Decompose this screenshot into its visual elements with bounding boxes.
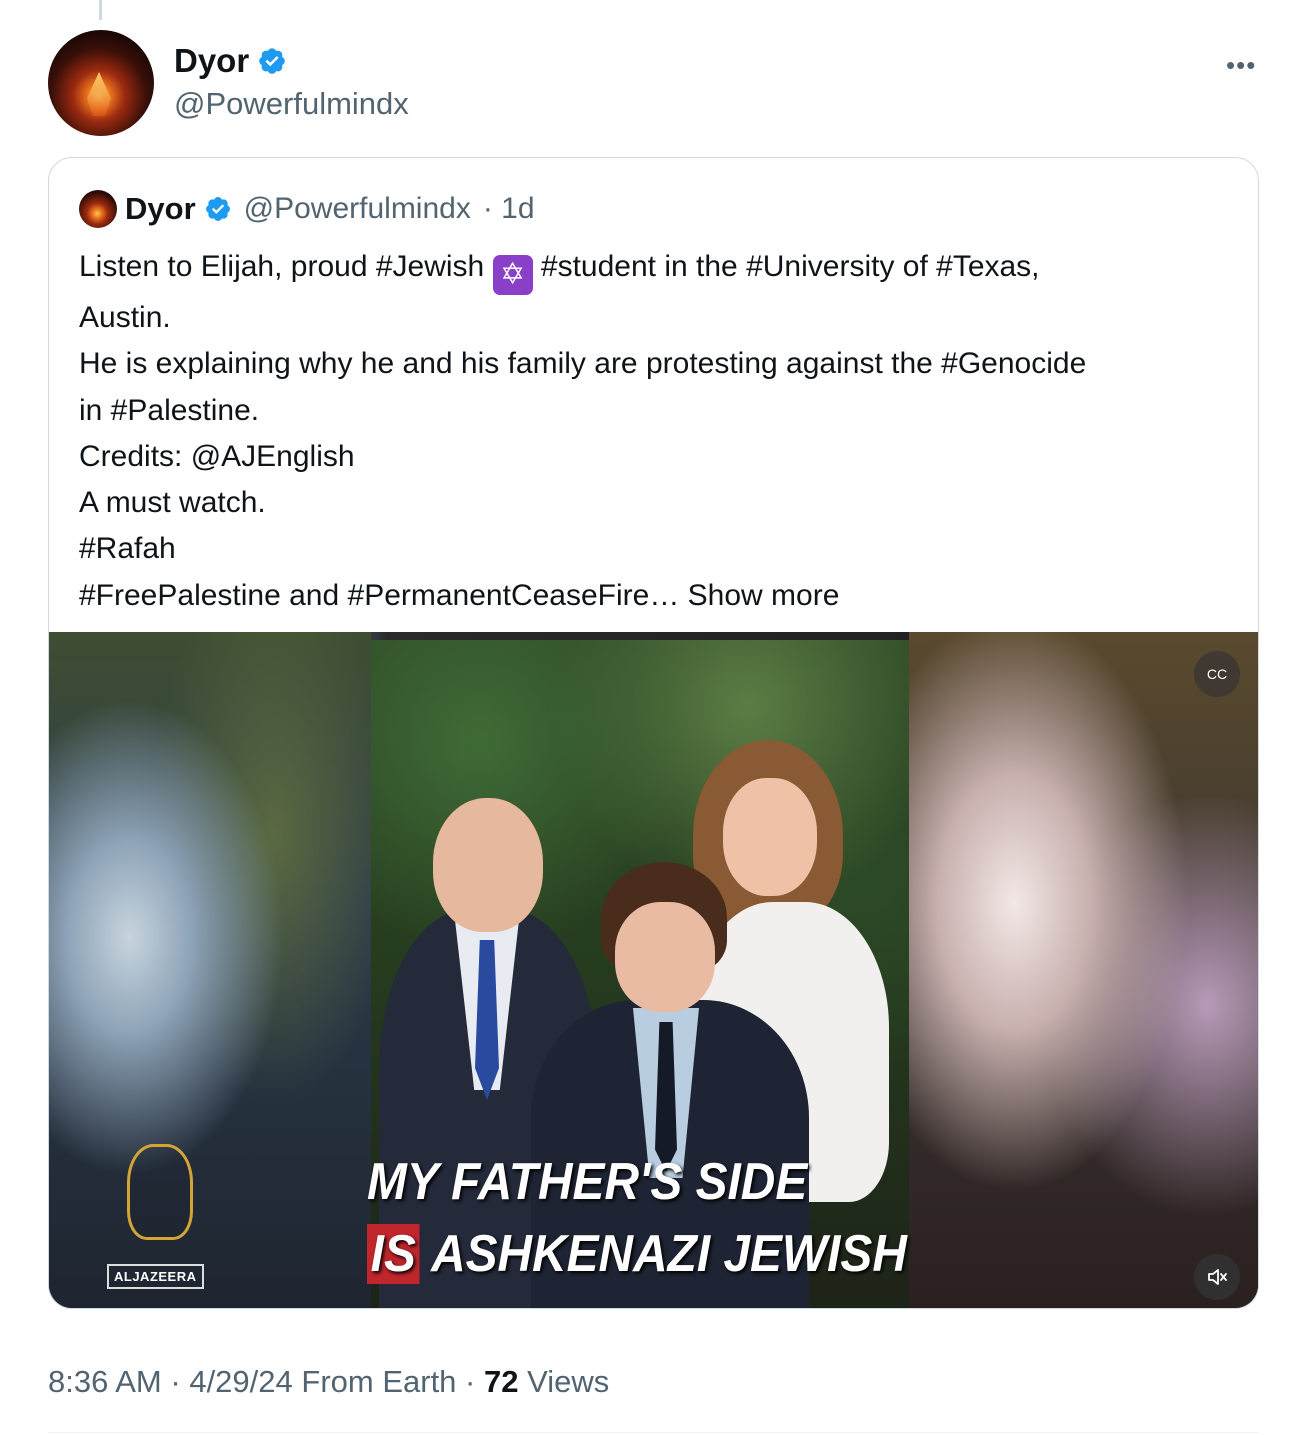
captions-icon: CC xyxy=(1206,666,1228,682)
quoted-author-avatar[interactable] xyxy=(79,190,117,228)
aljazeera-logo-text: ALJAZEERA xyxy=(107,1264,204,1289)
post-date[interactable]: 4/29/24 xyxy=(189,1364,292,1399)
text-line: in #Palestine. xyxy=(79,393,260,427)
video-player[interactable]: MY FATHER'S SIDE IS ASHKENAZI JEWISH ALJ… xyxy=(49,632,1258,1308)
captions-button[interactable]: CC xyxy=(1194,651,1240,697)
separator: · xyxy=(465,1364,476,1399)
quoted-author-name[interactable]: Dyor xyxy=(125,191,196,227)
video-blur-right xyxy=(909,632,1258,1308)
text-segment: #FreePalestine and #PermanentCeaseFire… xyxy=(79,578,680,612)
thread-line xyxy=(99,0,102,20)
caption-highlight: IS xyxy=(367,1224,420,1284)
text-line: Austin. xyxy=(79,301,171,334)
text-line: Credits: @AJEnglish xyxy=(79,439,355,473)
views-label[interactable]: Views xyxy=(527,1364,609,1399)
author-name[interactable]: Dyor xyxy=(174,42,249,80)
father-head xyxy=(433,798,543,932)
video-caption-line-2: IS ASHKENAZI JEWISH xyxy=(367,1224,907,1284)
text-segment: #student in the #University of #Texas, xyxy=(532,250,1040,283)
divider xyxy=(48,1432,1259,1433)
mother-head xyxy=(723,778,817,896)
video-blur-left xyxy=(49,632,371,1308)
quoted-post-card[interactable]: Dyor @Powerfulmindx · 1d Listen to Elija… xyxy=(48,157,1259,1309)
text-segment: Listen to Elijah, proud #Jewish xyxy=(79,250,493,283)
post-source: From Earth xyxy=(301,1364,457,1399)
quoted-post-header: Dyor @Powerfulmindx · 1d xyxy=(79,188,535,230)
post-time[interactable]: 8:36 AM xyxy=(48,1364,162,1399)
star-of-david-icon: ✡ xyxy=(492,255,533,295)
quoted-author-handle[interactable]: @Powerfulmindx xyxy=(244,192,471,226)
author-handle[interactable]: @Powerfulmindx xyxy=(174,86,409,122)
boy-head xyxy=(615,902,715,1012)
caption-text: ASHKENAZI JEWISH xyxy=(419,1225,907,1283)
post-meta: 8:36 AM · 4/29/24 From Earth · 72 Views xyxy=(48,1364,609,1400)
mute-icon xyxy=(1208,1269,1227,1285)
aljazeera-logo-icon xyxy=(127,1144,193,1240)
text-line: #FreePalestine and #PermanentCeaseFire… … xyxy=(79,573,1239,619)
mute-button[interactable] xyxy=(1194,1254,1240,1300)
text-line: A must watch. xyxy=(79,486,266,520)
author-avatar[interactable] xyxy=(48,30,154,136)
more-dots-icon[interactable]: ••• xyxy=(1226,50,1256,81)
author-name-row[interactable]: Dyor xyxy=(174,42,287,80)
verified-badge-icon xyxy=(205,197,230,221)
quoted-post-time[interactable]: · 1d xyxy=(483,192,535,226)
text-line: #Rafah xyxy=(79,532,176,566)
text-line: Listen to Elijah, proud #Jewish ✡ #stude… xyxy=(79,244,1239,295)
separator: · xyxy=(170,1364,181,1399)
verified-badge-icon xyxy=(259,48,285,74)
quoted-post-text: Listen to Elijah, proud #Jewish ✡ #stude… xyxy=(79,244,1239,619)
text-line: He is explaining why he and his family a… xyxy=(79,347,1087,381)
views-count[interactable]: 72 xyxy=(484,1364,518,1399)
show-more-link[interactable]: Show more xyxy=(688,579,840,612)
video-caption-line-1: MY FATHER'S SIDE xyxy=(367,1153,808,1211)
